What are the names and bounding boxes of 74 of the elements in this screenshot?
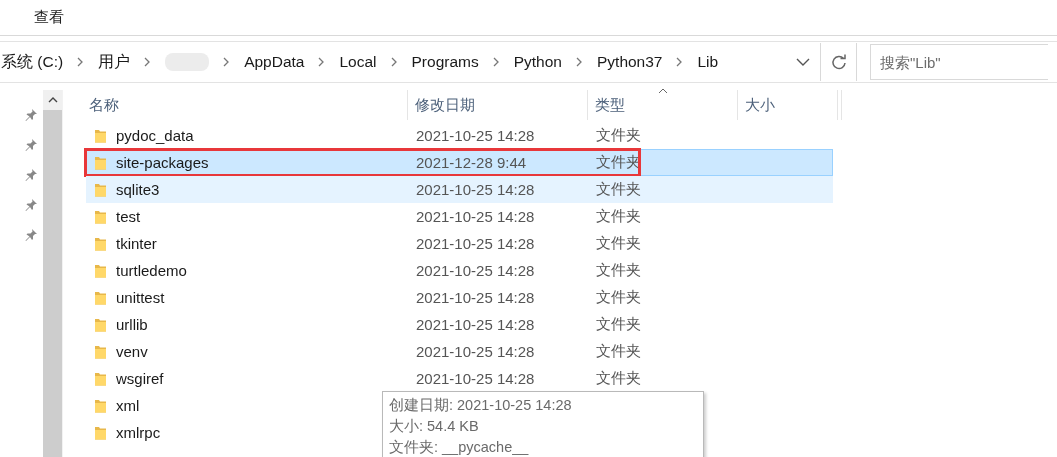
file-type: 文件夹: [596, 342, 641, 361]
ribbon-tab[interactable]: 查看: [26, 6, 72, 29]
column-header[interactable]: 类型: [588, 90, 738, 120]
chevron-icon: [492, 57, 500, 67]
file-name[interactable]: xmlrpc: [116, 424, 161, 441]
folder-icon: [94, 343, 108, 360]
modified-date: 2021-10-25 14:28: [416, 235, 535, 252]
chevron-icon: [390, 57, 398, 67]
folder-icon: [94, 424, 108, 441]
folder-icon: [94, 154, 108, 171]
folder-icon: [94, 181, 108, 198]
file-name[interactable]: tkinter: [116, 235, 157, 252]
modified-date: 2021-10-25 14:28: [416, 208, 535, 225]
file-name[interactable]: urllib: [116, 316, 148, 333]
scroll-up-icon: [47, 97, 58, 103]
modified-date: 2021-12-28 9:44: [416, 154, 527, 171]
modified-date: 2021-10-25 14:28: [416, 127, 535, 144]
file-name[interactable]: test: [116, 208, 141, 225]
file-row[interactable]: sqlite3 2021-10-25 14:28 文件夹: [86, 176, 833, 203]
modified-date: 2021-10-25 14:28: [416, 316, 535, 333]
folder-icon: [94, 127, 108, 144]
file-type: 文件夹: [596, 288, 641, 307]
tooltip-text: 文件夹: __pycache__: [389, 438, 529, 457]
search-field[interactable]: 搜索"Lib": [870, 44, 1048, 80]
file-name[interactable]: sqlite3: [116, 181, 160, 198]
breadcrumb-item[interactable]: AppData: [244, 53, 305, 71]
breadcrumb-item[interactable]: Local: [339, 53, 377, 71]
modified-date: 2021-10-25 14:28: [416, 289, 535, 306]
chevron-icon: [576, 57, 583, 67]
modified-date: 2021-10-25 14:28: [416, 370, 535, 387]
folder-icon: [94, 316, 108, 333]
chevron-icon: [77, 57, 85, 67]
modified-date: 2021-10-25 14:28: [416, 262, 535, 279]
file-name[interactable]: unittest: [116, 289, 165, 306]
column-header[interactable]: 名称: [86, 90, 408, 120]
folder-icon: [94, 397, 108, 414]
chevron-icon: [223, 57, 231, 67]
file-type: 文件夹: [596, 126, 641, 145]
chevron-icon: [676, 57, 684, 67]
file-name[interactable]: venv: [116, 343, 148, 360]
folder-icon: [94, 370, 108, 387]
folder-icon: [94, 262, 108, 279]
tooltip-text: 大小: 54.4 KB: [389, 417, 479, 436]
file-name[interactable]: pydoc_data: [116, 127, 194, 144]
breadcrumb-item[interactable]: Python37: [597, 53, 663, 71]
dropdown-icon: [796, 58, 810, 66]
address-bar[interactable]: 系统 (C:) 用户 AppData Local Programs Python Python37 Lib: [0, 43, 821, 81]
scrollbar[interactable]: [43, 90, 63, 457]
folder-icon: [94, 208, 108, 225]
column-header[interactable]: 大小: [738, 90, 838, 120]
file-name[interactable]: turtledemo: [116, 262, 187, 279]
breadcrumb-item[interactable]: Python: [513, 53, 562, 71]
tooltip-text: 创建日期: 2021-10-25 14:28: [389, 396, 572, 415]
folder-icon: [94, 235, 108, 252]
file-name[interactable]: site-packages: [116, 154, 209, 171]
file-type: 文件夹: [596, 261, 641, 280]
file-name[interactable]: wsgiref: [116, 370, 164, 387]
refresh-icon: [830, 54, 847, 70]
breadcrumb-item[interactable]: Lib: [697, 53, 719, 71]
chevron-icon: [318, 57, 326, 67]
file-type: 文件夹: [596, 207, 641, 226]
breadcrumb-item[interactable]: 系统 (C:): [1, 51, 64, 73]
breadcrumb-item[interactable]: 用户: [98, 51, 131, 73]
breadcrumb-item[interactable]: Programs: [411, 53, 479, 71]
file-type: 文件夹: [596, 180, 641, 199]
folder-icon: [94, 289, 108, 306]
column-header[interactable]: 修改日期: [408, 90, 588, 120]
modified-date: 2021-10-25 14:28: [416, 343, 535, 360]
modified-date: 2021-10-25 14:28: [416, 181, 535, 198]
file-type: 文件夹: [596, 315, 641, 334]
file-type: 文件夹: [596, 234, 641, 253]
file-name[interactable]: xml: [116, 397, 140, 414]
file-type: 文件夹: [596, 369, 641, 388]
chevron-icon: [144, 57, 152, 67]
